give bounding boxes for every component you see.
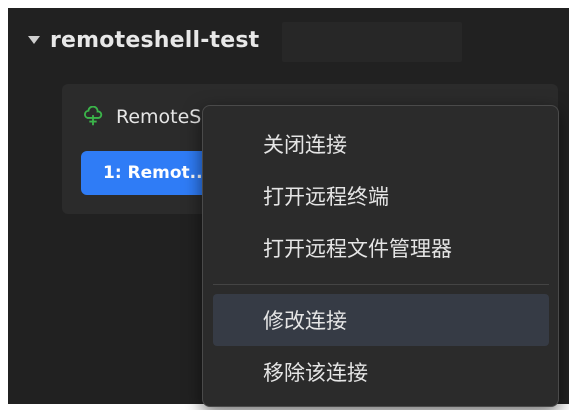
tree-group-title: remoteshell-test bbox=[50, 27, 260, 53]
session-tab-button[interactable]: 1: Remot... bbox=[81, 151, 221, 195]
menu-item-open-remote-terminal[interactable]: 打开远程终端 bbox=[213, 170, 549, 222]
cloud-tree-icon bbox=[84, 106, 103, 126]
menu-item-close-connection[interactable]: 关闭连接 bbox=[213, 118, 549, 170]
context-menu: 关闭连接 打开远程终端 打开远程文件管理器 修改连接 移除该连接 bbox=[202, 105, 559, 407]
caret-down-icon[interactable] bbox=[28, 36, 40, 44]
menu-separator bbox=[213, 284, 549, 285]
menu-item-open-remote-file-manager[interactable]: 打开远程文件管理器 bbox=[213, 222, 549, 274]
screenshot-stage: remoteshell-test RemoteShell-test 1: Rem… bbox=[0, 0, 569, 410]
redacted-area bbox=[282, 22, 462, 62]
menu-item-edit-connection[interactable]: 修改连接 bbox=[213, 294, 549, 346]
menu-item-remove-connection[interactable]: 移除该连接 bbox=[213, 346, 549, 398]
tree-group-header[interactable]: remoteshell-test bbox=[16, 22, 259, 58]
